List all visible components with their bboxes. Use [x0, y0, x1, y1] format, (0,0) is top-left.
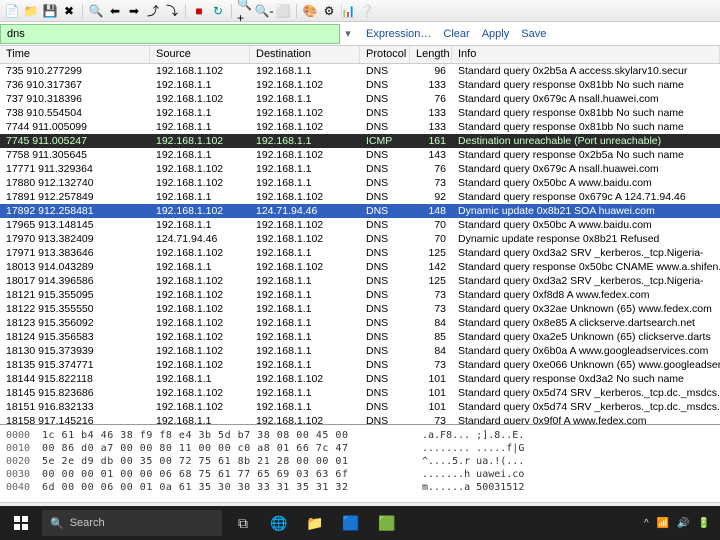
- hex-line: 00406d 00 00 06 00 01 0a 61 35 30 30 33 …: [6, 481, 714, 494]
- filter-dropdown-icon[interactable]: ▾: [340, 27, 356, 40]
- col-length-header[interactable]: Length: [410, 46, 452, 63]
- zoom-fit-icon[interactable]: ⬜: [275, 3, 291, 19]
- display-filter-icon[interactable]: 📊: [340, 3, 356, 19]
- goto-icon[interactable]: ⤵: [164, 3, 180, 19]
- col-source-header[interactable]: Source: [150, 46, 250, 63]
- packet-list[interactable]: 735 910.277299192.168.1.102192.168.1.1DN…: [0, 64, 720, 424]
- packet-row[interactable]: 7745 911.005247192.168.1.102192.168.1.1I…: [0, 134, 720, 148]
- filter-apply-link[interactable]: Apply: [482, 28, 510, 40]
- folder-icon[interactable]: 📁: [23, 3, 39, 19]
- packet-row[interactable]: 17892 912.258481192.168.1.102124.71.94.4…: [0, 204, 720, 218]
- packet-row[interactable]: 18158 917.145216192.168.1.1192.168.1.102…: [0, 414, 720, 424]
- packet-row[interactable]: 17971 913.383646192.168.1.102192.168.1.1…: [0, 246, 720, 260]
- hex-line: 00001c 61 b4 46 38 f9 f8 e4 3b 5d b7 38 …: [6, 429, 714, 442]
- close-icon[interactable]: ✖: [61, 3, 77, 19]
- separator: [185, 4, 186, 18]
- edge-icon[interactable]: 🌐: [264, 509, 294, 537]
- filter-expression-link[interactable]: Expression…: [366, 28, 431, 40]
- task-view-icon[interactable]: ⧉: [228, 509, 258, 537]
- packet-row[interactable]: 17880 912.132740192.168.1.102192.168.1.1…: [0, 176, 720, 190]
- filter-bar: ▾ Expression… Clear Apply Save: [0, 22, 720, 46]
- packet-row[interactable]: 18130 915.373939192.168.1.102192.168.1.1…: [0, 344, 720, 358]
- packet-row[interactable]: 736 910.317367192.168.1.1192.168.1.102DN…: [0, 78, 720, 92]
- back-icon[interactable]: ⬅: [107, 3, 123, 19]
- tray-volume-icon[interactable]: 🔊: [677, 518, 689, 529]
- separator: [82, 4, 83, 18]
- start-button[interactable]: [6, 509, 36, 537]
- packet-list-header: Time Source Destination Protocol Length …: [0, 46, 720, 64]
- tray-battery-icon[interactable]: 🔋: [698, 518, 710, 529]
- hex-line: 003000 00 00 01 00 00 06 68 75 61 77 65 …: [6, 468, 714, 481]
- packet-row[interactable]: 17771 911.329364192.168.1.102192.168.1.1…: [0, 162, 720, 176]
- packet-row[interactable]: 738 910.554504192.168.1.1192.168.1.102DN…: [0, 106, 720, 120]
- packet-row[interactable]: 17891 912.257849192.168.1.1192.168.1.102…: [0, 190, 720, 204]
- packet-row[interactable]: 7758 911.305645192.168.1.1192.168.1.102D…: [0, 148, 720, 162]
- search-icon: 🔍: [50, 517, 64, 530]
- capture-filter-icon[interactable]: ⚙: [321, 3, 337, 19]
- display-filter-input[interactable]: [0, 24, 340, 44]
- packet-row[interactable]: 737 910.318396192.168.1.102192.168.1.1DN…: [0, 92, 720, 106]
- col-time-header[interactable]: Time: [0, 46, 150, 63]
- packet-row[interactable]: 7744 911.005099192.168.1.1192.168.1.102D…: [0, 120, 720, 134]
- packet-row[interactable]: 18151 916.832133192.168.1.102192.168.1.1…: [0, 400, 720, 414]
- hex-dump-pane[interactable]: 00001c 61 b4 46 38 f9 f8 e4 3b 5d b7 38 …: [0, 424, 720, 502]
- app-icon-2[interactable]: 🟩: [372, 509, 402, 537]
- packet-row[interactable]: 18144 915.822118192.168.1.1192.168.1.102…: [0, 372, 720, 386]
- packet-row[interactable]: 18017 914.396586192.168.1.102192.168.1.1…: [0, 274, 720, 288]
- filter-save-link[interactable]: Save: [521, 28, 546, 40]
- help-icon[interactable]: ❔: [359, 3, 375, 19]
- separator: [231, 4, 232, 18]
- packet-row[interactable]: 18123 915.356092192.168.1.102192.168.1.1…: [0, 316, 720, 330]
- hex-line: 00205e 2e d9 db 00 35 00 72 75 61 8b 21 …: [6, 455, 714, 468]
- taskbar-search-placeholder: Search: [70, 517, 105, 529]
- packet-row[interactable]: 17970 913.382409124.71.94.46192.168.1.10…: [0, 232, 720, 246]
- packet-row[interactable]: 18121 915.355095192.168.1.102192.168.1.1…: [0, 288, 720, 302]
- jump-icon[interactable]: ⤴: [145, 3, 161, 19]
- app-icon[interactable]: 🟦: [336, 509, 366, 537]
- separator: [296, 4, 297, 18]
- packet-row[interactable]: 735 910.277299192.168.1.102192.168.1.1DN…: [0, 64, 720, 78]
- taskbar-search[interactable]: 🔍 Search: [42, 510, 222, 536]
- hex-line: 001000 86 d0 a7 00 00 80 11 00 00 c0 a8 …: [6, 442, 714, 455]
- packet-row[interactable]: 18124 915.356583192.168.1.102192.168.1.1…: [0, 330, 720, 344]
- colorize-icon[interactable]: 🎨: [302, 3, 318, 19]
- restart-icon[interactable]: ↻: [210, 3, 226, 19]
- packet-row[interactable]: 17965 913.148145192.168.1.1192.168.1.102…: [0, 218, 720, 232]
- col-info-header[interactable]: Info: [452, 46, 720, 63]
- file-icon[interactable]: 📄: [4, 3, 20, 19]
- packet-row[interactable]: 18122 915.355550192.168.1.102192.168.1.1…: [0, 302, 720, 316]
- explorer-icon[interactable]: 📁: [300, 509, 330, 537]
- windows-taskbar: 🔍 Search ⧉ 🌐 📁 🟦 🟩 ^ 📶 🔊 🔋: [0, 506, 720, 540]
- main-toolbar: 📄 📁 💾 ✖ 🔍 ⬅ ➡ ⤴ ⤵ ■ ↻ 🔍+ 🔍- ⬜ 🎨 ⚙ 📊 ❔: [0, 0, 720, 22]
- tray-wifi-icon[interactable]: 📶: [657, 518, 669, 529]
- tray-chevron-icon[interactable]: ^: [644, 518, 649, 529]
- save-icon[interactable]: 💾: [42, 3, 58, 19]
- col-dest-header[interactable]: Destination: [250, 46, 360, 63]
- zoom-out-icon[interactable]: 🔍-: [256, 3, 272, 19]
- packet-row[interactable]: 18135 915.374771192.168.1.102192.168.1.1…: [0, 358, 720, 372]
- filter-clear-link[interactable]: Clear: [443, 28, 469, 40]
- packet-row[interactable]: 18145 915.823686192.168.1.102192.168.1.1…: [0, 386, 720, 400]
- find-icon[interactable]: 🔍: [88, 3, 104, 19]
- system-tray[interactable]: ^ 📶 🔊 🔋: [644, 518, 714, 529]
- packet-row[interactable]: 18013 914.043289192.168.1.1192.168.1.102…: [0, 260, 720, 274]
- col-proto-header[interactable]: Protocol: [360, 46, 410, 63]
- zoom-in-icon[interactable]: 🔍+: [237, 3, 253, 19]
- forward-icon[interactable]: ➡: [126, 3, 142, 19]
- stop-icon[interactable]: ■: [191, 3, 207, 19]
